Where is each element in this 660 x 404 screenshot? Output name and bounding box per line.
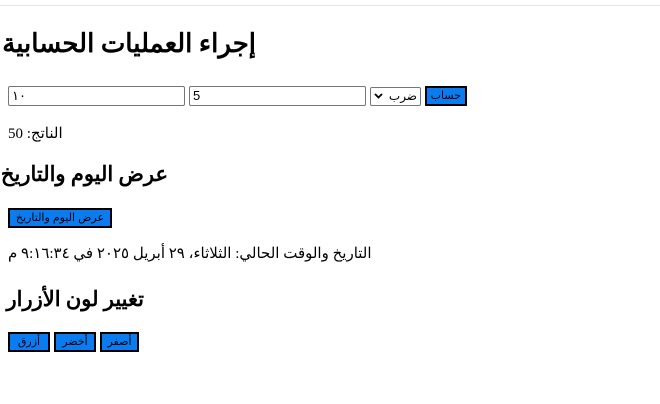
show-datetime-button[interactable]: عرض اليوم والتاريخ [8,208,112,228]
result-line: الناتج: 50 [8,124,63,143]
second-number-input[interactable]: 5 [189,86,366,106]
green-button[interactable]: أخضر [54,332,96,352]
top-divider [0,0,660,6]
result-value: 50 [8,126,23,142]
chevron-down-icon [374,93,383,99]
colors-section-title: تغيير لون الأزرار [6,287,144,311]
math-section-title: إجراء العمليات الحسابية [2,29,256,58]
blue-button[interactable]: أزرق [8,332,50,352]
operation-selected-value: ضرب [388,89,417,103]
result-label: الناتج: [26,126,63,142]
first-number-input[interactable]: ١٠ [8,86,185,106]
datetime-text: التاريخ والوقت الحالي: الثلاثاء، ٢٩ أبري… [8,246,372,262]
yellow-button[interactable]: أصفر [100,332,139,352]
datetime-section-title: عرض اليوم والتاريخ [0,162,168,186]
operation-select[interactable]: ضرب [370,87,421,106]
calculate-button[interactable]: حساب [425,86,467,106]
